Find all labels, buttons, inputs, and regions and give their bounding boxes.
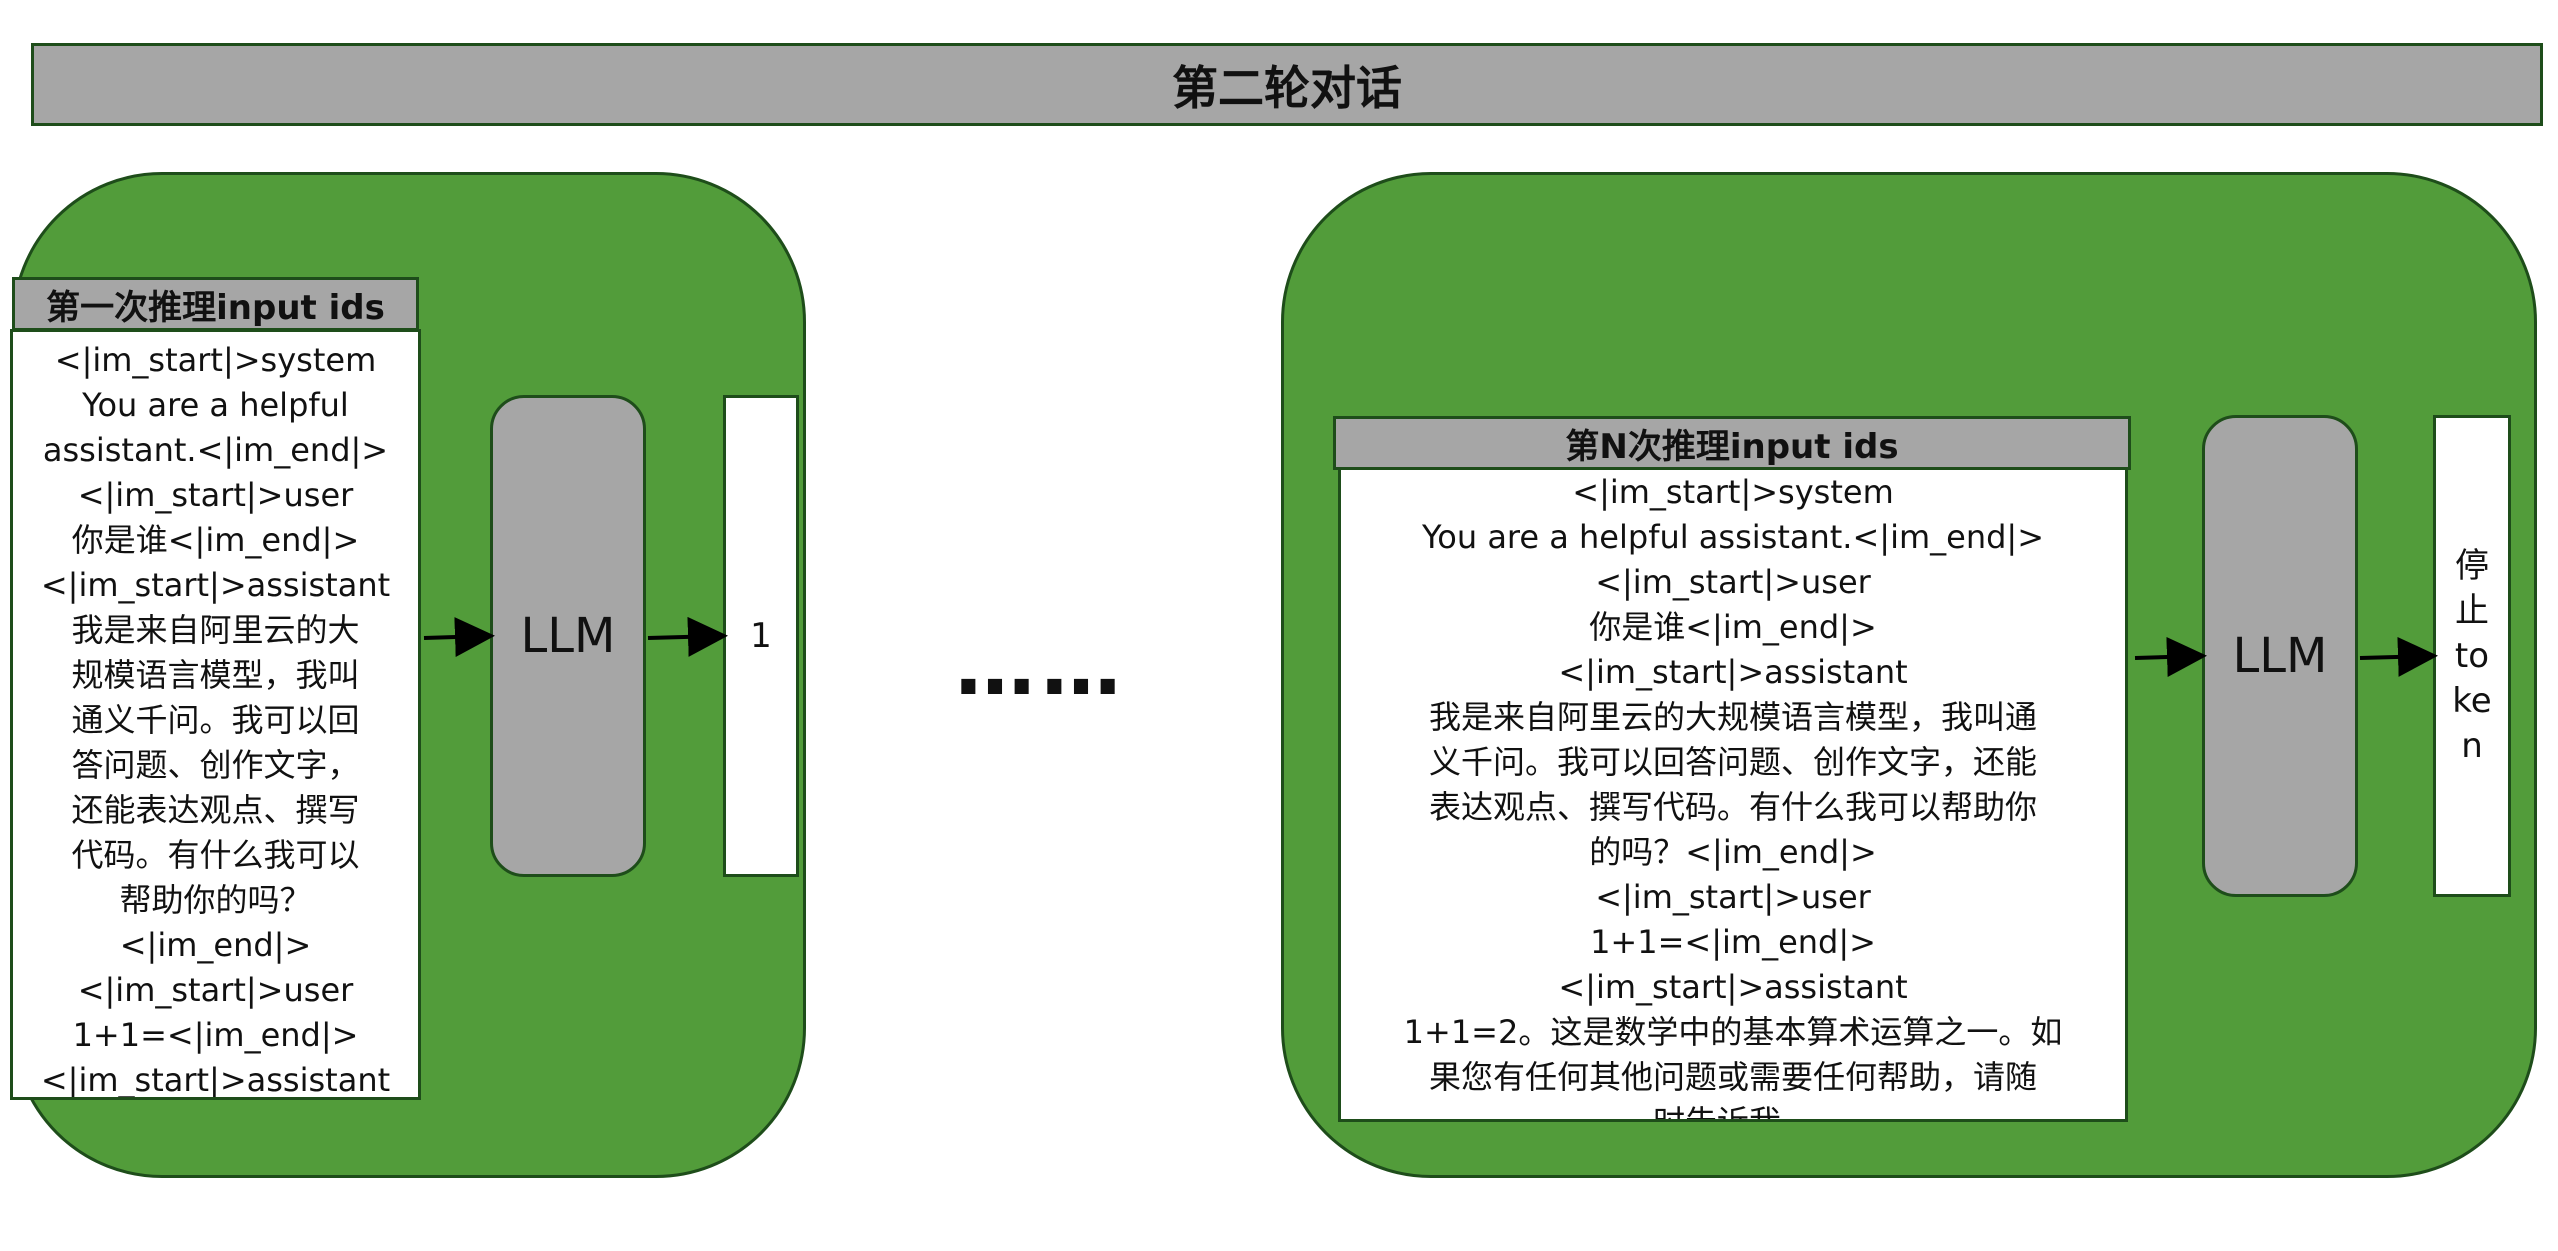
arrow-llm-to-output-nth (2359, 636, 2438, 677)
arrows-layer (423, 616, 2438, 677)
arrow-input-to-llm-nth (2134, 637, 2207, 677)
arrow-input-to-llm-first (423, 617, 495, 658)
arrow-llm-to-output-first (647, 616, 728, 657)
